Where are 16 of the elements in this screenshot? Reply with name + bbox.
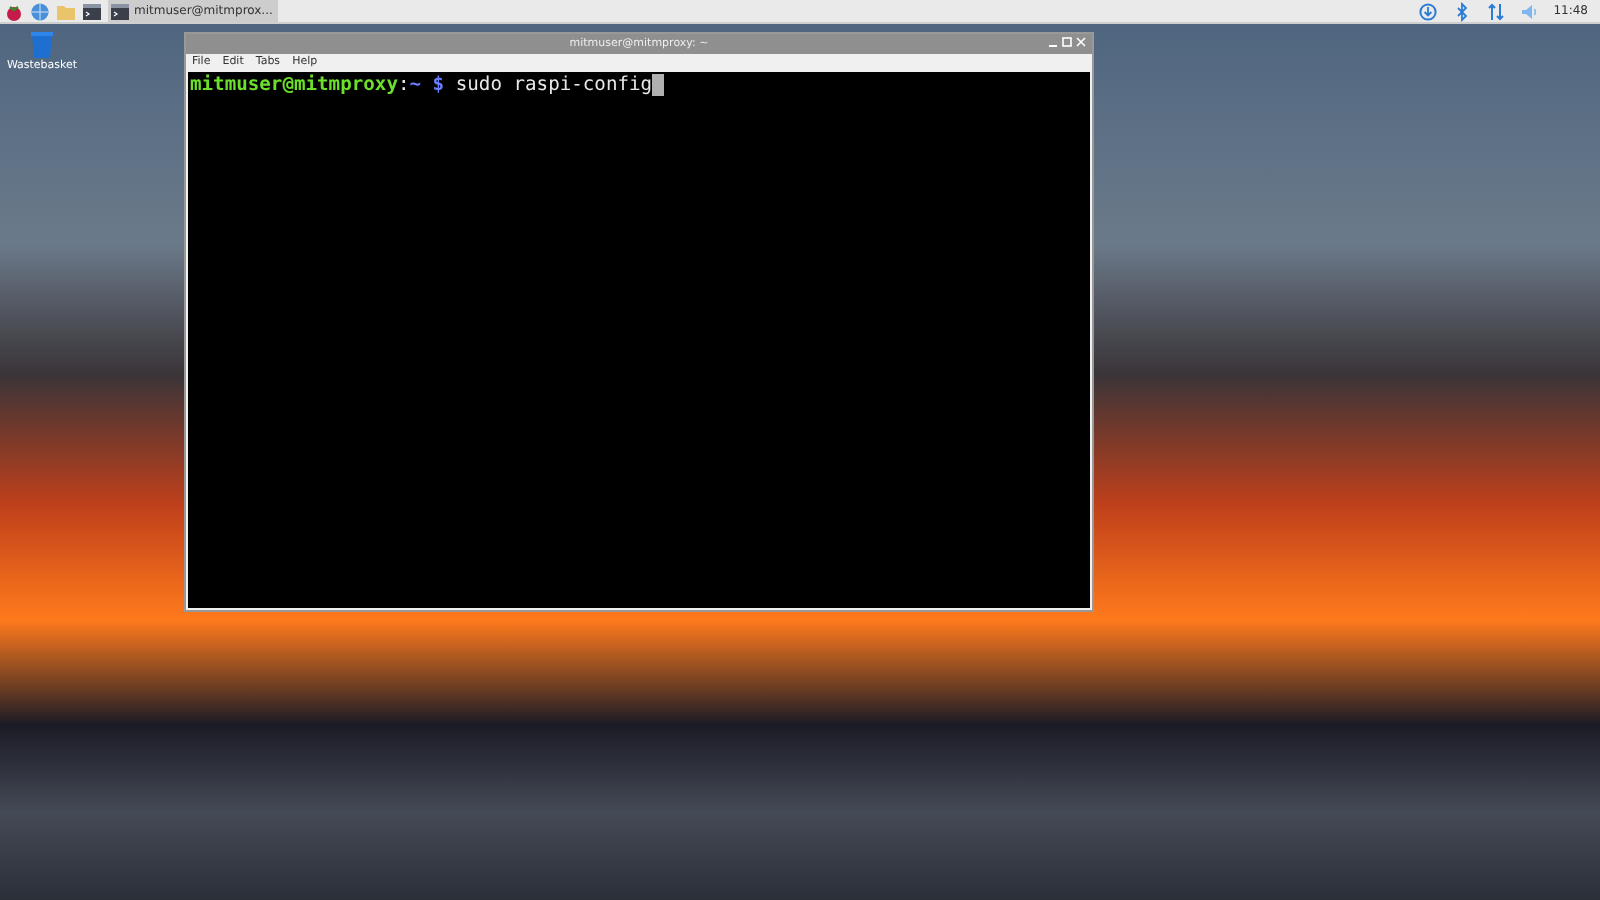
bluetooth-icon[interactable] (1451, 1, 1472, 21)
prompt-text: : (397, 74, 410, 98)
updates-icon[interactable] (1417, 1, 1438, 21)
terminal-icon[interactable] (82, 1, 102, 21)
maximize-button[interactable] (1062, 36, 1072, 50)
network-icon[interactable] (1485, 1, 1506, 21)
trash-can-icon[interactable] (30, 30, 54, 58)
prompt-text: sudo raspi-config (453, 74, 653, 98)
close-button[interactable] (1076, 36, 1086, 50)
prompt-path: $ (430, 74, 445, 98)
prompt-path: ~ (409, 74, 422, 98)
terminal-icon (110, 1, 130, 21)
globe-icon[interactable] (30, 1, 50, 21)
volume-icon[interactable] (1519, 1, 1540, 21)
prompt-user-host: mitmuser@mitmproxy (190, 74, 398, 98)
raspberry-icon[interactable] (4, 1, 24, 21)
